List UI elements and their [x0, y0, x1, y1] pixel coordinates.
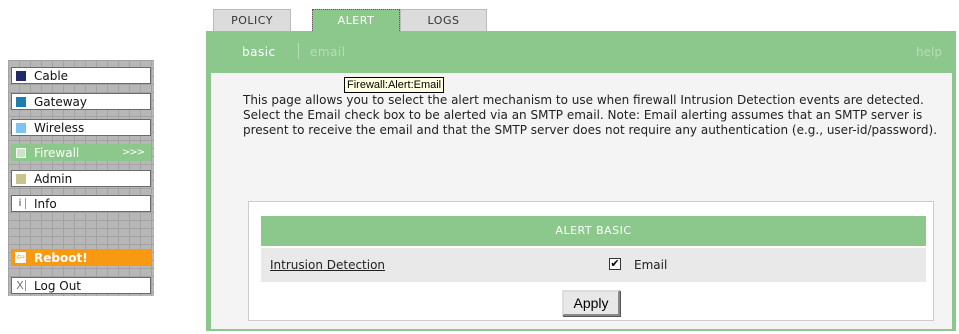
alert-basic-section: ALERT BASIC Intrusion Detection ✔ Email …	[248, 201, 934, 321]
apply-button[interactable]: Apply	[562, 290, 620, 316]
logout-button[interactable]: X Log Out	[11, 277, 151, 294]
subnav-divider	[298, 43, 299, 59]
tab-alert[interactable]: ALERT	[312, 9, 400, 31]
reboot-arrow-icon: ⇦	[15, 252, 26, 263]
nav-item-label: Info	[34, 196, 57, 211]
reboot-button[interactable]: ⇦ Reboot!	[11, 249, 151, 266]
subnav-basic-link[interactable]: basic	[242, 45, 276, 59]
logout-label: Log Out	[34, 278, 82, 293]
nav-item-gateway[interactable]: Gateway	[11, 93, 151, 110]
info-icon: i	[15, 198, 26, 209]
email-checkbox[interactable]: ✔	[609, 258, 621, 270]
nav-item-label: Firewall	[34, 145, 80, 160]
help-link[interactable]: help	[916, 45, 942, 59]
intrusion-detection-label[interactable]: Intrusion Detection	[270, 258, 385, 272]
section-header: ALERT BASIC	[261, 216, 926, 246]
nav-item-label: Wireless	[34, 120, 85, 135]
nav-item-firewall[interactable]: Firewall >>>	[11, 144, 151, 161]
tab-logs[interactable]: LOGS	[400, 9, 487, 31]
nav-item-wireless[interactable]: Wireless	[11, 119, 151, 136]
nav-item-cable[interactable]: Cable	[11, 67, 151, 84]
cable-color-icon	[16, 70, 26, 81]
chevron-right-icon: >>>	[121, 147, 145, 158]
page-description: This page allows you to select the alert…	[243, 93, 938, 137]
reboot-label: Reboot!	[34, 250, 88, 265]
admin-color-icon	[16, 173, 26, 184]
nav-item-info[interactable]: i Info	[11, 195, 151, 212]
nav-item-label: Gateway	[34, 94, 88, 109]
left-navigation: Cable Gateway Wireless Firewall >>> Admi…	[8, 60, 154, 296]
nav-item-label: Admin	[34, 171, 73, 186]
close-icon: X	[15, 280, 26, 291]
nav-item-admin[interactable]: Admin	[11, 170, 151, 187]
subnav-email-link[interactable]: email	[310, 45, 346, 59]
main-panel: basic email help This page allows you to…	[206, 31, 956, 331]
nav-item-label: Cable	[34, 68, 69, 83]
gateway-color-icon	[16, 96, 26, 107]
email-checkbox-label: Email	[634, 258, 668, 272]
tooltip: Firewall:Alert:Email	[344, 77, 445, 93]
sub-navigation: basic email help	[206, 31, 956, 73]
firewall-color-icon	[16, 147, 26, 158]
table-row: Intrusion Detection ✔ Email	[261, 248, 926, 282]
content-area: This page allows you to select the alert…	[211, 73, 952, 329]
wireless-color-icon	[16, 122, 26, 133]
tab-policy[interactable]: POLICY	[213, 9, 291, 31]
